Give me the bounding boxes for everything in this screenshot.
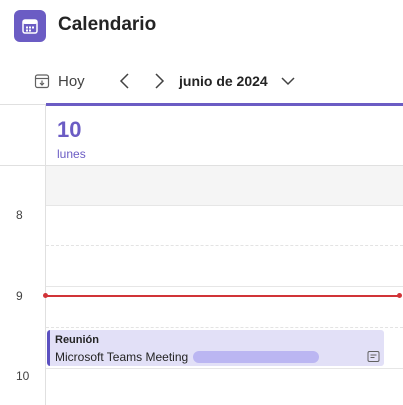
day-name: lunes <box>57 147 86 161</box>
calendar-event[interactable]: Reunión Microsoft Teams Meeting <box>47 330 384 366</box>
chevron-right-icon <box>155 73 165 89</box>
hour-label-8: 8 <box>16 208 23 222</box>
hour-label-10: 10 <box>16 369 30 383</box>
all-day-area[interactable] <box>46 166 403 205</box>
event-title: Reunión <box>55 334 99 346</box>
half-hour-line <box>46 327 403 328</box>
all-day-divider <box>46 205 403 206</box>
app-title: Calendario <box>58 14 157 35</box>
month-label[interactable]: junio de 2024 <box>179 73 268 89</box>
event-subtitle: Microsoft Teams Meeting <box>55 350 189 364</box>
calendar-icon <box>22 19 38 34</box>
event-join-link[interactable] <box>193 351 319 363</box>
today-button[interactable]: Hoy <box>34 70 85 92</box>
event-color-bar <box>47 330 50 366</box>
hour-line <box>46 368 403 369</box>
current-time-line <box>45 295 401 297</box>
day-number[interactable]: 10 <box>57 117 81 143</box>
current-time-end-dot <box>397 293 402 298</box>
previous-week-button[interactable] <box>115 71 135 91</box>
calendar-today-icon <box>34 74 50 89</box>
teams-meeting-icon <box>367 351 380 362</box>
time-column-divider <box>45 104 46 405</box>
calendar-toolbar: Hoy junio de 2024 <box>0 62 403 100</box>
hour-label-9: 9 <box>16 289 23 303</box>
chevron-down-icon <box>281 77 295 86</box>
hour-line <box>46 286 403 287</box>
month-dropdown-button[interactable] <box>279 72 297 90</box>
day-view-grid: 10 lunes 8 9 10 Reunión Microsoft Teams … <box>0 103 403 405</box>
app-header: Calendario <box>0 0 403 54</box>
half-hour-line <box>46 245 403 246</box>
next-week-button[interactable] <box>149 71 169 91</box>
selected-day-indicator <box>46 103 403 106</box>
current-time-dot <box>43 293 48 298</box>
chevron-left-icon <box>119 73 129 89</box>
calendar-app-icon <box>14 10 46 42</box>
today-label: Hoy <box>58 72 85 90</box>
